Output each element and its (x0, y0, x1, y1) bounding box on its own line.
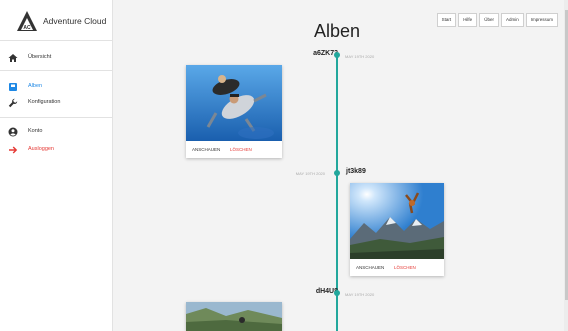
sidebar: AC Adventure Cloud Übersicht Alben Konfi… (0, 0, 113, 331)
sidebar-item-label: Ausloggen (28, 146, 54, 152)
sidebar-item-konto[interactable]: Konto (0, 125, 112, 139)
account-icon (8, 127, 18, 137)
topnav-start[interactable]: Start (436, 13, 457, 27)
timeline-dot (334, 52, 340, 58)
sidebar-item-label: Konto (28, 128, 43, 134)
topnav-admin[interactable]: Admin (500, 13, 524, 27)
sidebar-divider (0, 40, 112, 41)
sidebar-item-label: Alben (28, 83, 43, 89)
album-card (186, 302, 282, 331)
scrollbar[interactable] (564, 0, 568, 331)
wrench-icon (8, 98, 18, 108)
logout-arrow-icon (9, 146, 18, 154)
sidebar-item-label: Konfiguration (28, 99, 61, 105)
delete-album-button[interactable]: LÖSCHEN (230, 147, 252, 152)
home-icon (8, 54, 18, 62)
album-image-mountains[interactable] (350, 183, 444, 259)
album-date: MAY 19TH 2020 (295, 171, 325, 176)
timeline-dot (334, 290, 340, 296)
view-album-button[interactable]: ANSCHAUEN (356, 265, 384, 270)
top-nav: Start Hilfe Über Admin Impressum (435, 13, 558, 27)
card-actions: ANSCHAUEN LÖSCHEN (186, 144, 282, 158)
album-card: ANSCHAUEN LÖSCHEN (186, 65, 282, 158)
logo-text: AC (23, 25, 31, 31)
brand[interactable]: AC Adventure Cloud (0, 0, 112, 40)
page-title: Alben (314, 21, 361, 41)
sidebar-item-label: Übersicht (28, 54, 52, 60)
sidebar-divider (0, 70, 112, 71)
card-actions: ANSCHAUEN LÖSCHEN (350, 262, 444, 276)
delete-album-button[interactable]: LÖSCHEN (394, 265, 416, 270)
album-date: MAY 19TH 2020 (345, 54, 375, 59)
view-album-button[interactable]: ANSCHAUEN (192, 147, 220, 152)
sidebar-item-uebersicht[interactable]: Übersicht (0, 51, 112, 65)
album-icon (9, 83, 17, 91)
album-card: ANSCHAUEN LÖSCHEN (350, 183, 444, 276)
topnav-impressum[interactable]: Impressum (525, 13, 558, 27)
main-content: Alben Start Hilfe Über Admin Impressum a… (113, 0, 568, 331)
album-date: MAY 19TH 2020 (345, 292, 375, 297)
timeline-dot (334, 170, 340, 176)
adventure-cloud-logo: AC (17, 11, 37, 31)
sidebar-item-alben[interactable]: Alben (0, 80, 112, 94)
sidebar-divider (0, 117, 112, 118)
topnav-hilfe[interactable]: Hilfe (458, 13, 478, 27)
sidebar-item-ausloggen[interactable]: Ausloggen (0, 143, 112, 157)
album-image-skydiving[interactable] (186, 65, 282, 141)
album-title: jt3k89 (346, 168, 366, 175)
sidebar-item-konfiguration[interactable]: Konfiguration (0, 96, 112, 110)
topnav-ueber[interactable]: Über (479, 13, 499, 27)
album-image-valley[interactable] (186, 302, 282, 331)
brand-name: Adventure Cloud (43, 16, 107, 26)
